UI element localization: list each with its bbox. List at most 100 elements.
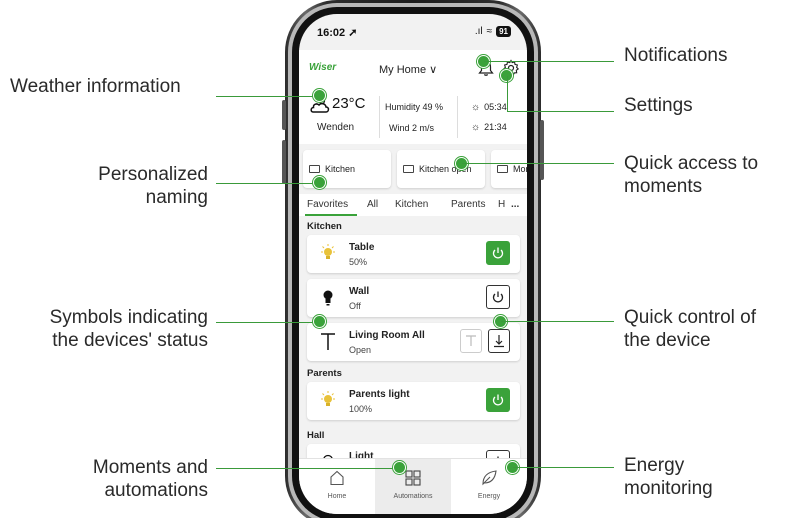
callout-quick-control: Quick control of the device: [624, 306, 756, 352]
callout-energy: Energy monitoring: [624, 454, 713, 500]
device-card-table[interactable]: Table 50%: [307, 235, 520, 273]
grid-icon: [405, 470, 421, 486]
device-status: 50%: [349, 257, 368, 267]
wifi-icon: ≈: [486, 26, 493, 37]
callout-text: Quick control of: [624, 307, 756, 328]
moments-row: Kitchen Kitchen open Mor blin: [303, 150, 527, 190]
callout-text: Symbols indicating: [49, 307, 208, 328]
weather-location: Wenden: [317, 122, 355, 133]
moment-label: Kitchen: [325, 164, 356, 174]
tab-hall[interactable]: H: [498, 199, 505, 210]
blind-icon: [321, 333, 335, 350]
leader-line: [501, 321, 614, 322]
bulb-on-icon: [321, 391, 335, 406]
callout-text: Moments and: [92, 457, 208, 478]
moment-morning-blinds[interactable]: Mor blin: [491, 150, 527, 188]
signal-icon: .ıl: [474, 26, 483, 37]
callout-text: Quick access to: [624, 153, 759, 174]
battery-icon: 91: [496, 26, 511, 37]
callout-dot: [313, 315, 326, 328]
power-button[interactable]: [486, 241, 510, 265]
callout-text: naming: [145, 187, 208, 208]
callout-text: Energy: [624, 455, 685, 476]
leader-line: [216, 183, 320, 184]
callout-text: monitoring: [624, 478, 713, 499]
side-button: [282, 100, 286, 130]
nav-label: Energy: [477, 493, 501, 500]
callout-text: the device: [624, 330, 711, 351]
callout-text: the devices' status: [52, 330, 208, 351]
device-status: Open: [349, 345, 372, 355]
home-icon: [330, 470, 344, 486]
power-icon: [492, 247, 504, 259]
tab-all[interactable]: All: [367, 199, 378, 210]
device-card-parents-light[interactable]: Parents light 100%: [307, 382, 520, 420]
device-status: 100%: [349, 404, 373, 414]
wiser-logo: Wiser: [309, 62, 337, 73]
leader-line: [484, 61, 614, 62]
leaf-icon: [482, 470, 497, 486]
weather-panel: 23°C Wenden Humidity 49 % Wind 2 m/s ☼ 05…: [299, 90, 527, 144]
section-kitchen: Kitchen: [307, 221, 342, 232]
power-icon: [492, 291, 504, 303]
tab-favorites[interactable]: Favorites: [307, 199, 348, 210]
phone-screen: 16:02 ➚ .ıl ≈ 91 Wiser My Home ∨ 23°C We…: [299, 14, 527, 514]
device-name: Wall: [349, 286, 370, 297]
active-tab-indicator: [305, 214, 357, 216]
tabs-more[interactable]: ...: [511, 199, 519, 210]
status-bar: 16:02 ➚ .ıl ≈ 91: [299, 14, 527, 48]
power-button[interactable]: [486, 388, 510, 412]
device-name: Parents light: [349, 389, 410, 400]
nav-label: Home: [327, 493, 347, 500]
leader-line: [216, 322, 320, 323]
home-selector[interactable]: My Home ∨: [379, 63, 437, 76]
sunrise-icon: ☼: [471, 102, 481, 113]
callout-text: automations: [104, 480, 208, 501]
device-name: Living Room All: [349, 330, 425, 341]
tab-kitchen[interactable]: Kitchen: [395, 199, 428, 210]
app-header: Wiser My Home ∨: [299, 50, 527, 90]
device-card-living-room[interactable]: Living Room All Open: [307, 323, 520, 361]
device-status: Off: [349, 301, 361, 311]
moment-label: Mor blin: [513, 164, 527, 174]
room-tabs: Favorites All Kitchen Parents H ...: [299, 194, 527, 216]
moment-icon: [309, 165, 320, 173]
callout-text: Personalized: [98, 164, 208, 185]
bulb-off-icon: [323, 290, 333, 306]
callout-text: moments: [624, 176, 703, 197]
sunset-icon: ☼: [471, 122, 481, 133]
callout-symbols: Symbols indicating the devices' status: [10, 306, 208, 352]
status-icons: .ıl ≈ 91: [475, 26, 511, 37]
leader-line: [216, 96, 320, 97]
moment-kitchen-open[interactable]: Kitchen open: [397, 150, 485, 188]
power-icon: [492, 394, 504, 406]
leader-line: [507, 76, 508, 112]
leader-line: [462, 163, 614, 164]
humidity-value: Humidity 49 %: [385, 102, 444, 112]
tab-parents[interactable]: Parents: [451, 199, 485, 210]
divider: [457, 96, 458, 138]
callout-dot: [393, 461, 406, 474]
section-hall: Hall: [307, 430, 325, 441]
callout-quick-access: Quick access to moments: [624, 152, 758, 198]
wind-value: Wind 2 m/s: [389, 123, 435, 133]
sunrise: ☼ 05:34: [471, 102, 507, 113]
moment-icon: [403, 165, 414, 173]
callout-weather: Weather information: [10, 76, 181, 97]
blind-up-icon: [466, 335, 476, 346]
moment-icon: [497, 165, 508, 173]
device-card-wall[interactable]: Wall Off: [307, 279, 520, 317]
nav-label: Automations: [393, 493, 433, 500]
callout-settings: Settings: [624, 95, 693, 116]
temperature: 23°C: [332, 95, 366, 112]
status-time: 16:02 ➚: [317, 27, 358, 39]
side-button: [540, 120, 544, 180]
blind-down-button[interactable]: [488, 329, 510, 353]
callout-moments-automations: Moments and automations: [40, 456, 208, 502]
blind-up-button[interactable]: [460, 329, 482, 353]
section-parents: Parents: [307, 368, 342, 379]
power-button[interactable]: [486, 285, 510, 309]
side-button: [282, 140, 286, 184]
leader-line: [507, 111, 614, 112]
callout-naming: Personalized naming: [60, 163, 208, 209]
